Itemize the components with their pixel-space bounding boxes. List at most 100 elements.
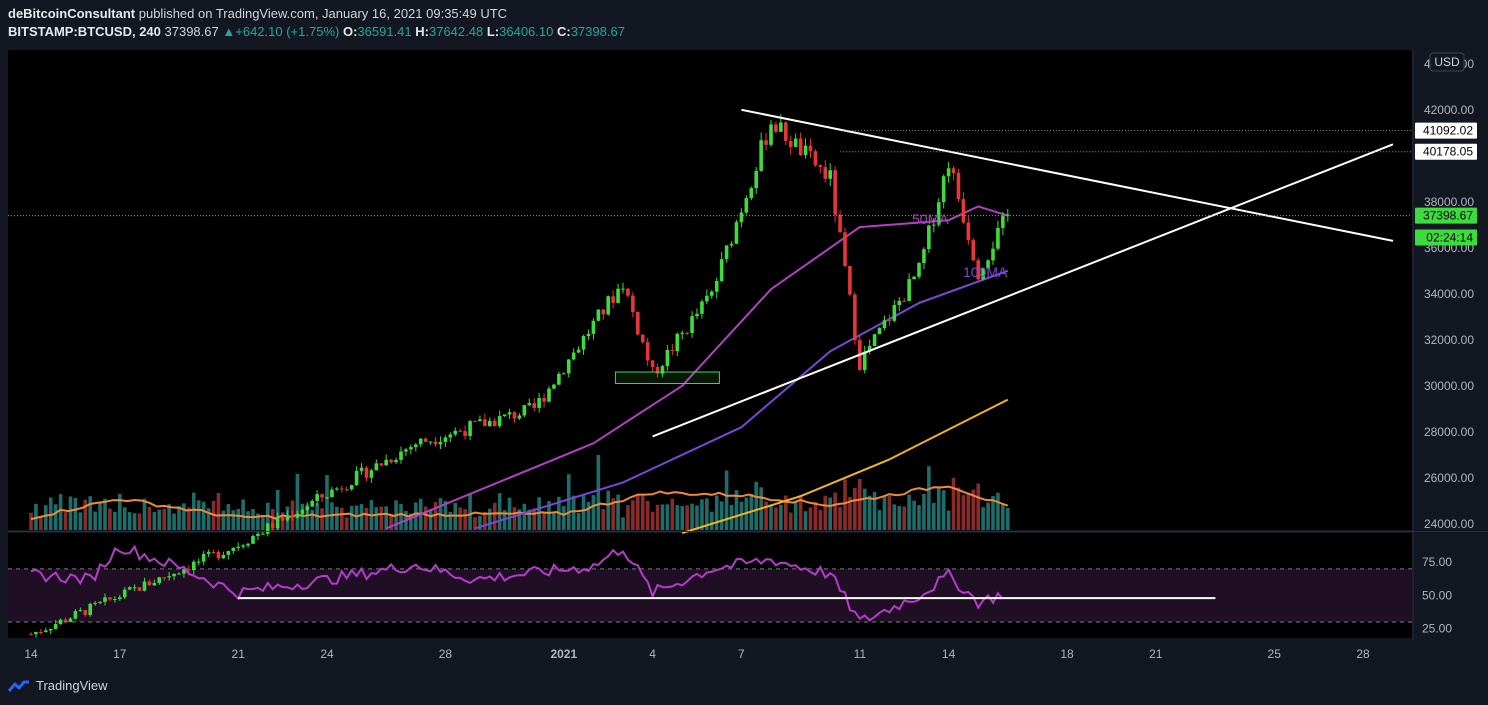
price-tick: 24000.00 — [1424, 517, 1474, 531]
candle-body — [882, 320, 887, 328]
candle-body — [108, 597, 112, 600]
candle-body — [275, 517, 280, 529]
rsi-axis-labels: 75.00 50.00 25.00 — [1422, 555, 1452, 635]
volume-bar — [941, 490, 946, 530]
volume-bar — [660, 504, 665, 530]
candle-body — [394, 459, 398, 463]
volume-bar — [675, 505, 680, 530]
volume-bar — [877, 510, 882, 530]
candle-body — [571, 352, 576, 360]
volume-bar — [216, 492, 221, 530]
candle-body — [902, 300, 906, 302]
candle-body — [206, 551, 211, 554]
volume-bar — [956, 487, 961, 530]
candle-body — [557, 373, 561, 385]
candle-body — [793, 138, 798, 147]
open-value: 36591.41 — [357, 24, 412, 39]
volume-bar — [221, 510, 226, 530]
candle-body — [680, 332, 684, 334]
candle-body — [340, 488, 344, 490]
date-axis[interactable] — [8, 640, 1412, 668]
candle-body — [991, 248, 995, 261]
candle-body — [650, 360, 655, 368]
candle-body — [803, 145, 808, 155]
candle-body — [137, 587, 142, 591]
candle-body — [1001, 215, 1005, 228]
volume-bar — [606, 490, 610, 530]
volume-bar — [58, 494, 63, 530]
candle-body — [636, 312, 640, 335]
volume-bar — [241, 499, 245, 530]
volume-bar — [384, 506, 388, 530]
volume-bar — [774, 507, 778, 530]
candle-body — [784, 122, 788, 141]
volume-bar — [793, 501, 798, 530]
volume-bar — [640, 494, 645, 530]
candle-body — [118, 597, 122, 600]
candle-body — [941, 176, 946, 203]
price-change: +642.10 (+1.75%) — [235, 24, 340, 39]
volume-bar — [867, 495, 872, 530]
candle-body — [44, 630, 48, 633]
candle-body — [270, 523, 275, 529]
volume-bar — [251, 509, 255, 530]
candle-body — [132, 587, 137, 589]
date-tick: 4 — [649, 647, 656, 661]
volume-bar — [53, 504, 58, 530]
volume-bar — [177, 506, 181, 530]
volume-bar — [463, 509, 467, 530]
date-tick: 14 — [942, 647, 956, 661]
symbol-label[interactable]: BITSTAMP:BTCUSD, 240 — [8, 24, 161, 39]
candle-body — [576, 349, 581, 353]
candle-body — [596, 309, 601, 321]
volume-bar — [340, 507, 344, 530]
candle-body — [438, 441, 443, 445]
volume-bar — [601, 509, 606, 530]
rsi-tick: 25.00 — [1422, 622, 1452, 636]
candle-body — [83, 610, 88, 615]
publisher-name[interactable]: deBitcoinConsultant — [8, 6, 135, 21]
volume-bar — [364, 507, 369, 530]
volume-bar — [68, 496, 73, 530]
rsi-tick: 75.00 — [1422, 555, 1452, 569]
candle-body — [261, 533, 265, 535]
price-tick: 26000.00 — [1424, 471, 1474, 485]
candle-body — [744, 198, 749, 213]
candle-body — [266, 523, 270, 534]
volume-bar — [576, 513, 581, 530]
date-tick: 18 — [1060, 647, 1074, 661]
footer — [0, 668, 1488, 705]
volume-bar — [542, 512, 546, 530]
candle-body — [285, 515, 290, 521]
candle-body — [675, 333, 680, 352]
volume-bar — [497, 493, 502, 530]
volume-bar — [423, 506, 428, 530]
rsi-band-fill — [8, 568, 1412, 623]
volume-bar — [853, 487, 857, 530]
volume-bar — [690, 503, 694, 530]
high-value: 37642.48 — [428, 24, 484, 39]
volume-bar — [719, 501, 724, 530]
candle-body — [621, 288, 625, 290]
candle-body — [946, 168, 951, 177]
candle-body — [300, 510, 305, 514]
candle-body — [616, 288, 620, 303]
volume-bar — [897, 506, 902, 530]
price-pane[interactable] — [8, 50, 1412, 530]
volume-bar — [808, 507, 813, 530]
candle-body — [774, 124, 778, 132]
candle-body — [897, 300, 902, 306]
candle-body — [626, 288, 630, 296]
candle-body — [196, 561, 201, 563]
candle-body — [714, 281, 719, 292]
candle-body — [927, 225, 931, 250]
volume-bar — [788, 512, 793, 530]
chart-canvas[interactable]: 50MA 100MA 24000.00 26000.00 28000.00 30000.… — [0, 44, 1488, 668]
volume-bar — [122, 507, 127, 530]
tradingview-logo[interactable]: TradingView — [8, 678, 108, 693]
volume-bar — [655, 504, 660, 530]
candle-body — [423, 438, 428, 442]
date-tick: 28 — [439, 647, 453, 661]
currency-badge[interactable]: USD — [1429, 52, 1465, 72]
candle-body — [58, 619, 63, 625]
